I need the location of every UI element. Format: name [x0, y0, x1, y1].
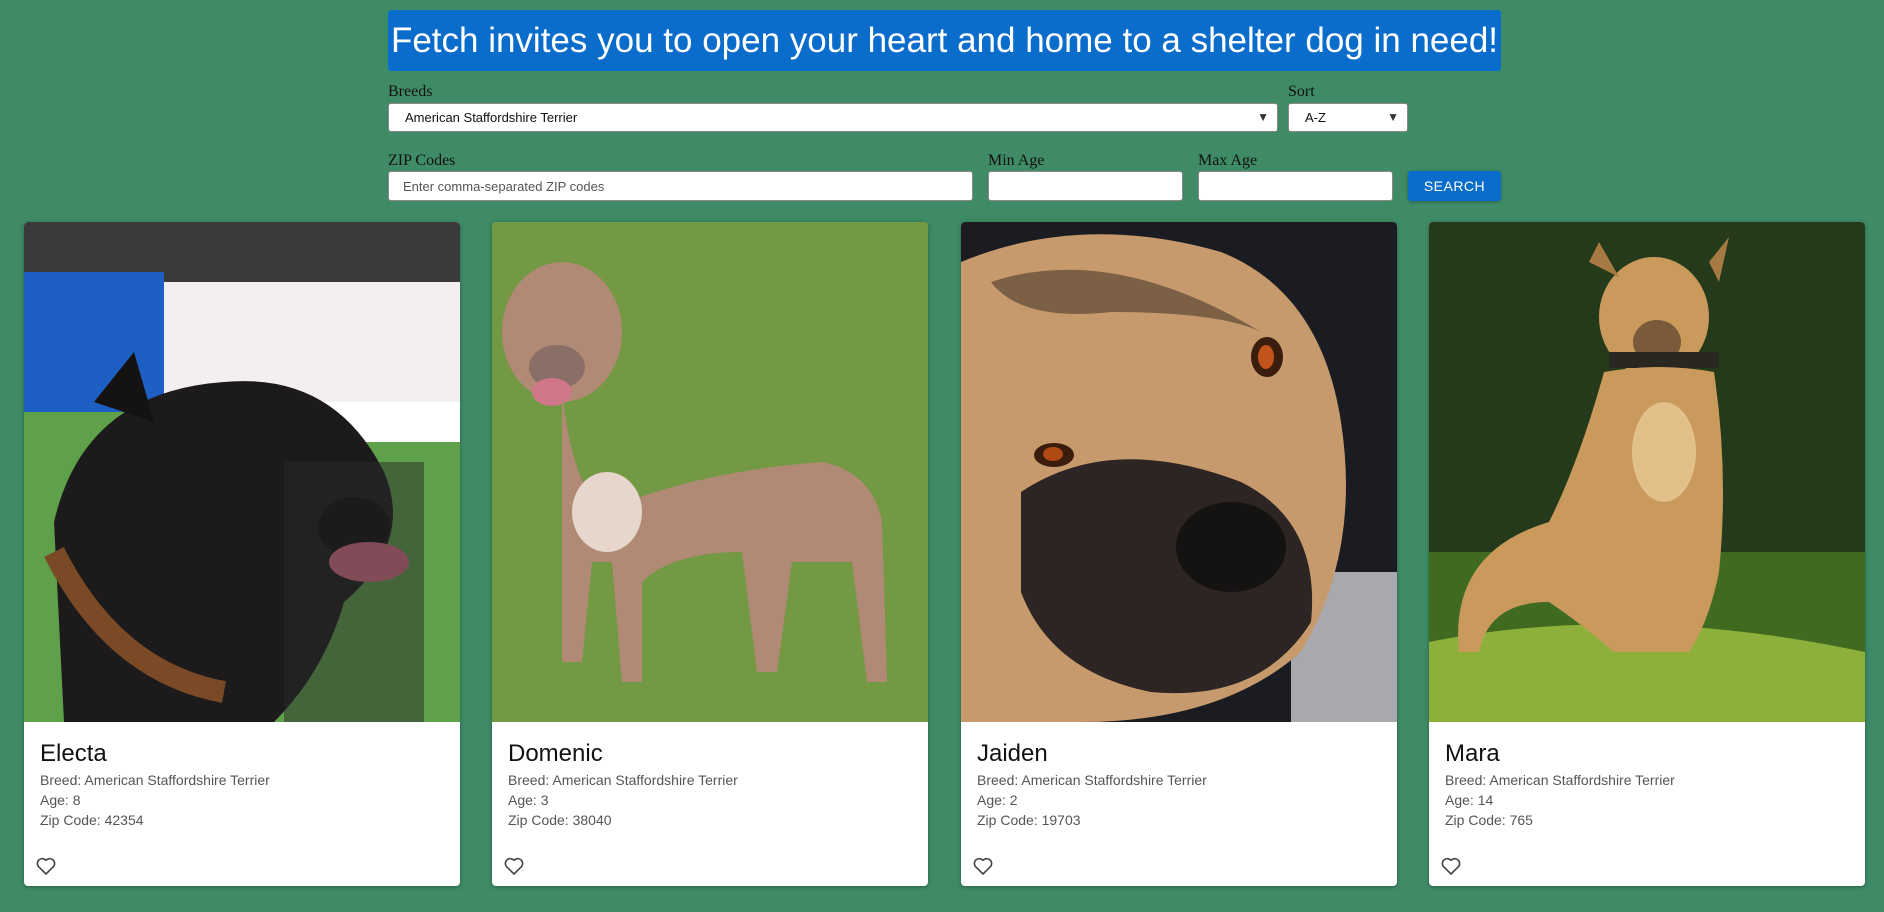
- dog-age: Age: 14: [1445, 792, 1494, 808]
- dog-photo: [492, 222, 928, 722]
- dog-card[interactable]: Jaiden Breed: American Staffordshire Ter…: [961, 222, 1397, 886]
- dog-card[interactable]: Electa Breed: American Staffordshire Ter…: [24, 222, 460, 886]
- search-button[interactable]: SEARCH: [1408, 171, 1501, 201]
- dog-age: Age: 8: [40, 792, 81, 808]
- dog-zip: Zip Code: 38040: [508, 812, 612, 828]
- breeds-label: Breeds: [388, 83, 433, 100]
- dog-breed: Breed: American Staffordshire Terrier: [508, 772, 738, 788]
- dog-photo: [24, 222, 460, 722]
- heart-outline-icon[interactable]: [1439, 854, 1463, 878]
- sort-selected-value: A-Z: [1305, 110, 1326, 125]
- dog-card[interactable]: Domenic Breed: American Staffordshire Te…: [492, 222, 928, 886]
- chevron-down-icon: ▼: [1257, 110, 1269, 124]
- breeds-selected-value: American Staffordshire Terrier: [405, 110, 578, 125]
- heart-outline-icon[interactable]: [971, 854, 995, 878]
- breeds-select[interactable]: American Staffordshire Terrier ▼: [388, 103, 1278, 132]
- zip-label: ZIP Codes: [388, 152, 456, 169]
- dog-breed: Breed: American Staffordshire Terrier: [977, 772, 1207, 788]
- sort-label: Sort: [1288, 83, 1315, 100]
- dog-zip: Zip Code: 765: [1445, 812, 1533, 828]
- dog-age: Age: 3: [508, 792, 549, 808]
- min-age-label: Min Age: [988, 152, 1045, 169]
- heart-outline-icon[interactable]: [34, 854, 58, 878]
- page-banner: Fetch invites you to open your heart and…: [388, 10, 1501, 71]
- dog-zip: Zip Code: 19703: [977, 812, 1081, 828]
- dog-photo: [961, 222, 1397, 722]
- max-age-input[interactable]: [1198, 171, 1393, 201]
- heart-outline-icon[interactable]: [502, 854, 526, 878]
- dog-name: Mara: [1445, 740, 1500, 767]
- zip-codes-placeholder: Enter comma-separated ZIP codes: [403, 179, 605, 194]
- sort-select[interactable]: A-Z ▼: [1288, 103, 1408, 132]
- dog-zip: Zip Code: 42354: [40, 812, 144, 828]
- min-age-input[interactable]: [988, 171, 1183, 201]
- dog-name: Jaiden: [977, 740, 1048, 767]
- dog-name: Domenic: [508, 740, 603, 767]
- dog-age: Age: 2: [977, 792, 1018, 808]
- zip-codes-input[interactable]: Enter comma-separated ZIP codes: [388, 171, 973, 201]
- dog-breed: Breed: American Staffordshire Terrier: [1445, 772, 1675, 788]
- dog-name: Electa: [40, 740, 107, 767]
- max-age-label: Max Age: [1198, 152, 1258, 169]
- chevron-down-icon: ▼: [1387, 110, 1399, 124]
- dog-breed: Breed: American Staffordshire Terrier: [40, 772, 270, 788]
- dog-photo: [1429, 222, 1865, 722]
- dog-card[interactable]: Mara Breed: American Staffordshire Terri…: [1429, 222, 1865, 886]
